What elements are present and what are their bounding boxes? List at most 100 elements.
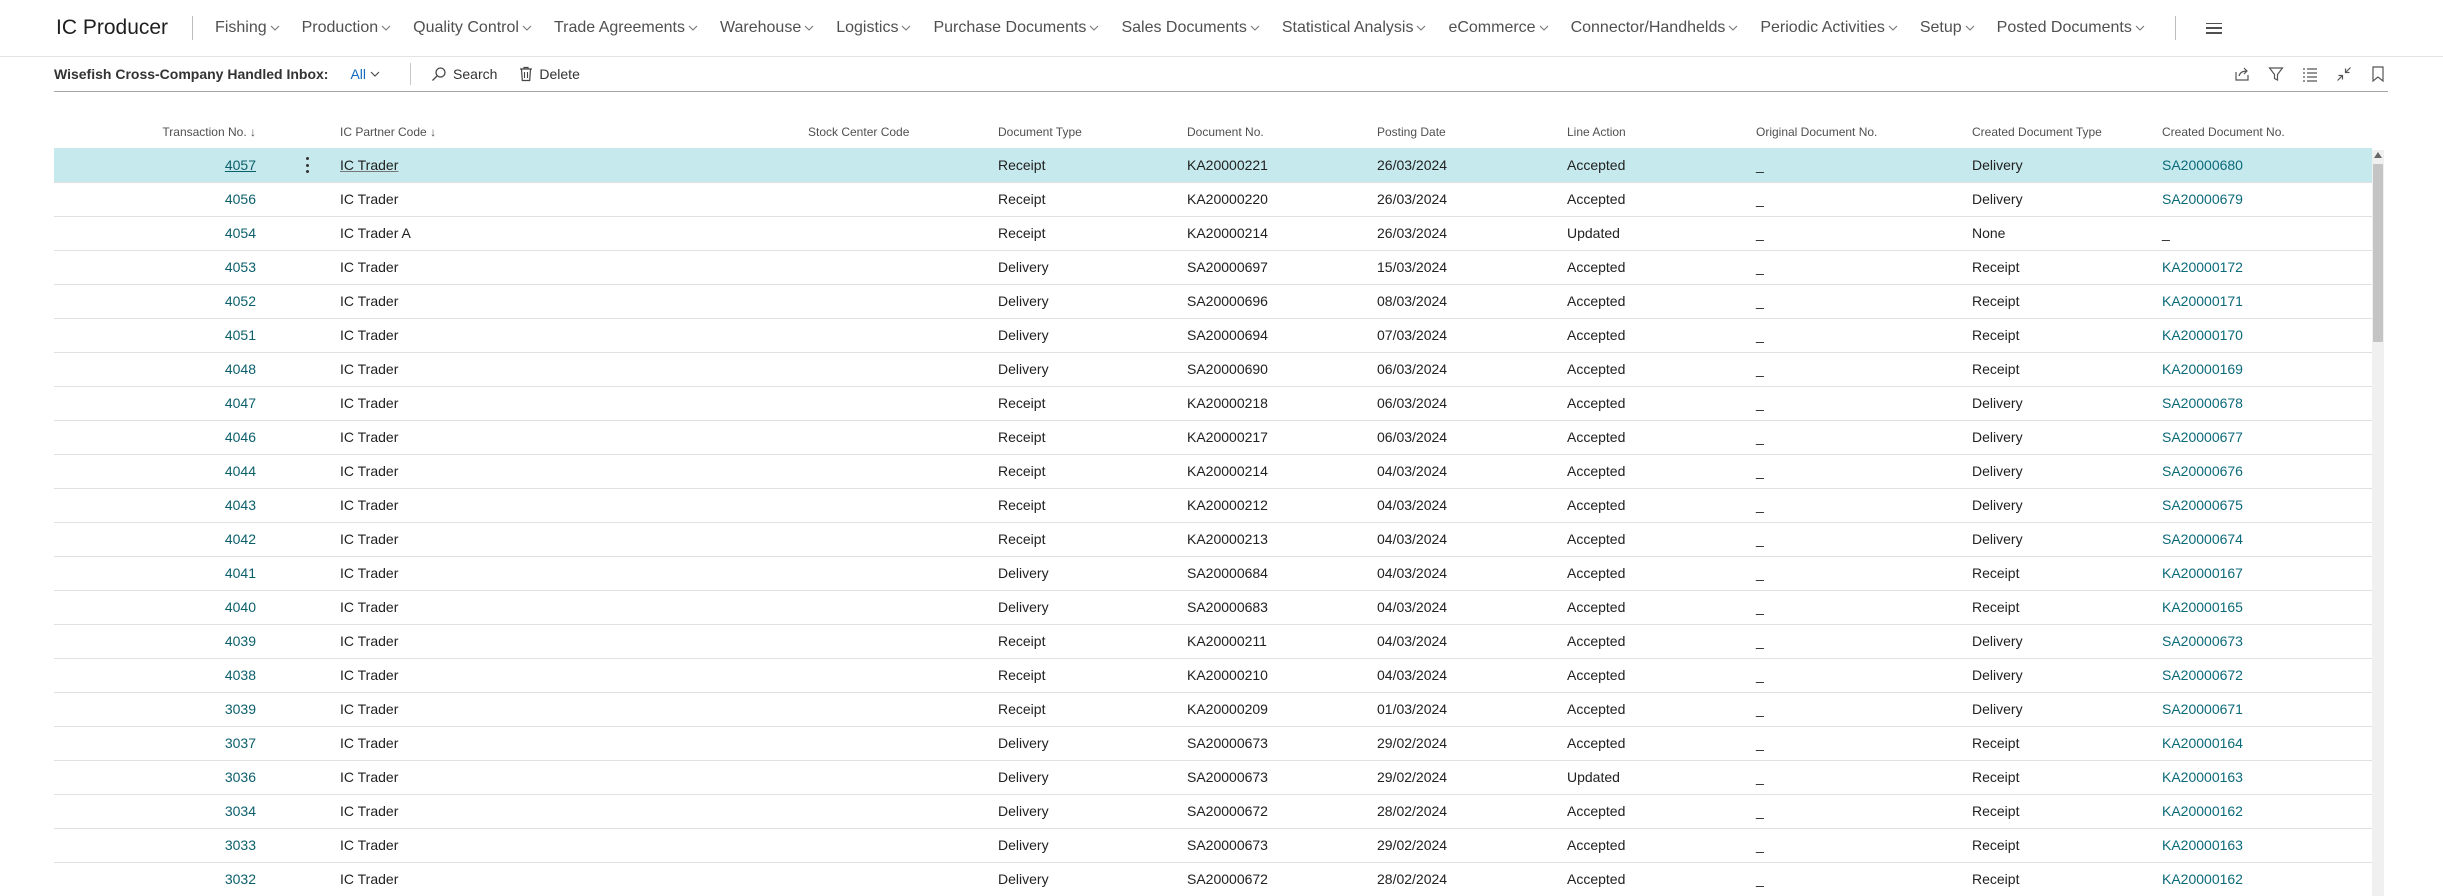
table-row[interactable]: 4043 IC Trader Receipt KA20000212 04/03/2024… (54, 488, 2372, 523)
created-document-no-cell[interactable]: SA20000675 (2162, 497, 2243, 513)
created-document-no-cell[interactable]: SA20000677 (2162, 429, 2243, 445)
created-document-no-cell[interactable]: KA20000172 (2162, 259, 2243, 275)
created-document-no-cell[interactable]: SA20000671 (2162, 701, 2243, 717)
column-header-document-no[interactable]: Document No. (1187, 125, 1264, 139)
transaction-no-cell[interactable]: 4046 (225, 429, 256, 445)
created-document-no-cell[interactable]: KA20000162 (2162, 803, 2243, 819)
transaction-no-cell[interactable]: 4047 (225, 395, 256, 411)
transaction-no-cell[interactable]: 3033 (225, 837, 256, 853)
column-header-stock-center-code[interactable]: Stock Center Code (808, 125, 909, 139)
nav-item-production[interactable]: Production (302, 19, 392, 37)
table-row[interactable]: 3033 IC Trader Delivery SA20000673 29/02/202… (54, 828, 2372, 863)
table-row[interactable]: 4039 IC Trader Receipt KA20000211 04/03/2024… (54, 624, 2372, 659)
transaction-no-cell[interactable]: 4038 (225, 667, 256, 683)
view-filter-select[interactable]: All (350, 66, 380, 82)
nav-item-connector-handhelds[interactable]: Connector/Handhelds (1571, 19, 1739, 37)
created-document-no-cell[interactable]: SA20000678 (2162, 395, 2243, 411)
transaction-no-cell[interactable]: 4042 (225, 531, 256, 547)
table-row[interactable]: 4042 IC Trader Receipt KA20000213 04/03/2024… (54, 522, 2372, 557)
created-document-no-cell[interactable]: SA20000672 (2162, 667, 2243, 683)
transaction-no-cell[interactable]: 4048 (225, 361, 256, 377)
column-header-posting-date[interactable]: Posting Date (1377, 125, 1446, 139)
created-document-no-cell[interactable]: KA20000171 (2162, 293, 2243, 309)
created-document-no-cell[interactable]: KA20000163 (2162, 769, 2243, 785)
more-options-icon[interactable] (300, 157, 314, 173)
column-header-ic-partner-code[interactable]: IC Partner Code ↓ (340, 125, 436, 139)
table-row[interactable]: 4053 IC Trader Delivery SA20000697 15/03/202… (54, 250, 2372, 285)
transaction-no-cell[interactable]: 3032 (225, 871, 256, 887)
delete-button[interactable]: Delete (519, 66, 580, 82)
table-row[interactable]: 4054 IC Trader A Receipt KA20000214 26/03/20… (54, 216, 2372, 251)
created-document-no-cell[interactable]: SA20000679 (2162, 191, 2243, 207)
column-header-original-document-no[interactable]: Original Document No. (1756, 125, 1877, 139)
nav-item-sales-documents[interactable]: Sales Documents (1121, 19, 1260, 37)
transaction-no-cell[interactable]: 3039 (225, 701, 256, 717)
table-row[interactable]: 4057 IC Trader Receipt KA20000221 26/03/2024… (54, 148, 2372, 183)
column-header-line-action[interactable]: Line Action (1567, 125, 1626, 139)
table-row[interactable]: 3032 IC Trader Delivery SA20000672 28/02/202… (54, 862, 2372, 896)
table-row[interactable]: 4041 IC Trader Delivery SA20000684 04/03/202… (54, 556, 2372, 591)
table-row[interactable]: 4056 IC Trader Receipt KA20000220 26/03/2024… (54, 182, 2372, 217)
column-header-created-document-type[interactable]: Created Document Type (1972, 125, 2102, 139)
vertical-scrollbar[interactable] (2372, 150, 2384, 896)
created-document-no-cell[interactable]: KA20000165 (2162, 599, 2243, 615)
table-row[interactable]: 4046 IC Trader Receipt KA20000217 06/03/2024… (54, 420, 2372, 455)
table-row[interactable]: 4038 IC Trader Receipt KA20000210 04/03/2024… (54, 658, 2372, 693)
scrollbar-thumb[interactable] (2373, 164, 2383, 342)
nav-item-quality-control[interactable]: Quality Control (413, 19, 532, 37)
table-row[interactable]: 3039 IC Trader Receipt KA20000209 01/03/2024… (54, 692, 2372, 727)
nav-item-periodic-activities[interactable]: Periodic Activities (1760, 19, 1898, 37)
nav-item-posted-documents[interactable]: Posted Documents (1997, 19, 2145, 37)
list-view-icon[interactable] (2300, 64, 2320, 84)
table-row[interactable]: 4047 IC Trader Receipt KA20000218 06/03/2024… (54, 386, 2372, 421)
nav-item-trade-agreements[interactable]: Trade Agreements (554, 19, 698, 37)
table-row[interactable]: 4048 IC Trader Delivery SA20000690 06/03/202… (54, 352, 2372, 387)
hamburger-menu-icon[interactable] (2205, 22, 2222, 34)
app-title[interactable]: IC Producer (56, 16, 168, 40)
column-header-document-type[interactable]: Document Type (998, 125, 1082, 139)
created-document-no-cell[interactable]: SA20000680 (2162, 157, 2243, 173)
created-document-no-cell[interactable]: KA20000163 (2162, 837, 2243, 853)
transaction-no-cell[interactable]: 4039 (225, 633, 256, 649)
column-header-created-document-no[interactable]: Created Document No. (2162, 125, 2285, 139)
created-document-no-cell[interactable]: SA20000676 (2162, 463, 2243, 479)
transaction-no-cell[interactable]: 4041 (225, 565, 256, 581)
transaction-no-cell[interactable]: 4051 (225, 327, 256, 343)
created-document-no-cell[interactable]: SA20000674 (2162, 531, 2243, 547)
table-row[interactable]: 3036 IC Trader Delivery SA20000673 29/02/202… (54, 760, 2372, 795)
column-header-transaction-no[interactable]: Transaction No. ↓ (162, 125, 256, 139)
transaction-no-cell[interactable]: 4057 (225, 157, 256, 173)
search-button[interactable]: Search (431, 66, 497, 82)
created-document-no-cell[interactable]: KA20000164 (2162, 735, 2243, 751)
table-row[interactable]: 4040 IC Trader Delivery SA20000683 04/03/202… (54, 590, 2372, 625)
nav-item-setup[interactable]: Setup (1920, 19, 1975, 37)
table-row[interactable]: 3037 IC Trader Delivery SA20000673 29/02/202… (54, 726, 2372, 761)
scroll-up-arrow-icon[interactable] (2374, 152, 2382, 158)
created-document-no-cell[interactable]: KA20000170 (2162, 327, 2243, 343)
transaction-no-cell[interactable]: 4054 (225, 225, 256, 241)
nav-item-fishing[interactable]: Fishing (215, 19, 280, 37)
transaction-no-cell[interactable]: 4056 (225, 191, 256, 207)
filter-icon[interactable] (2266, 64, 2286, 84)
created-document-no-cell[interactable]: SA20000673 (2162, 633, 2243, 649)
bookmark-icon[interactable] (2368, 64, 2388, 84)
nav-item-purchase-documents[interactable]: Purchase Documents (933, 19, 1099, 37)
transaction-no-cell[interactable]: 4053 (225, 259, 256, 275)
table-row[interactable]: 4052 IC Trader Delivery SA20000696 08/03/202… (54, 284, 2372, 319)
transaction-no-cell[interactable]: 4052 (225, 293, 256, 309)
transaction-no-cell[interactable]: 4043 (225, 497, 256, 513)
created-document-no-cell[interactable]: KA20000162 (2162, 871, 2243, 887)
transaction-no-cell[interactable]: 4040 (225, 599, 256, 615)
nav-item-logistics[interactable]: Logistics (836, 19, 911, 37)
created-document-no-cell[interactable]: KA20000169 (2162, 361, 2243, 377)
table-row[interactable]: 3034 IC Trader Delivery SA20000672 28/02/202… (54, 794, 2372, 829)
collapse-icon[interactable] (2334, 64, 2354, 84)
nav-item-statistical-analysis[interactable]: Statistical Analysis (1282, 19, 1427, 37)
transaction-no-cell[interactable]: 4044 (225, 463, 256, 479)
nav-item-warehouse[interactable]: Warehouse (720, 19, 814, 37)
transaction-no-cell[interactable]: 3037 (225, 735, 256, 751)
share-icon[interactable] (2232, 64, 2252, 84)
created-document-no-cell[interactable]: KA20000167 (2162, 565, 2243, 581)
transaction-no-cell[interactable]: 3034 (225, 803, 256, 819)
nav-item-ecommerce[interactable]: eCommerce (1448, 19, 1548, 37)
